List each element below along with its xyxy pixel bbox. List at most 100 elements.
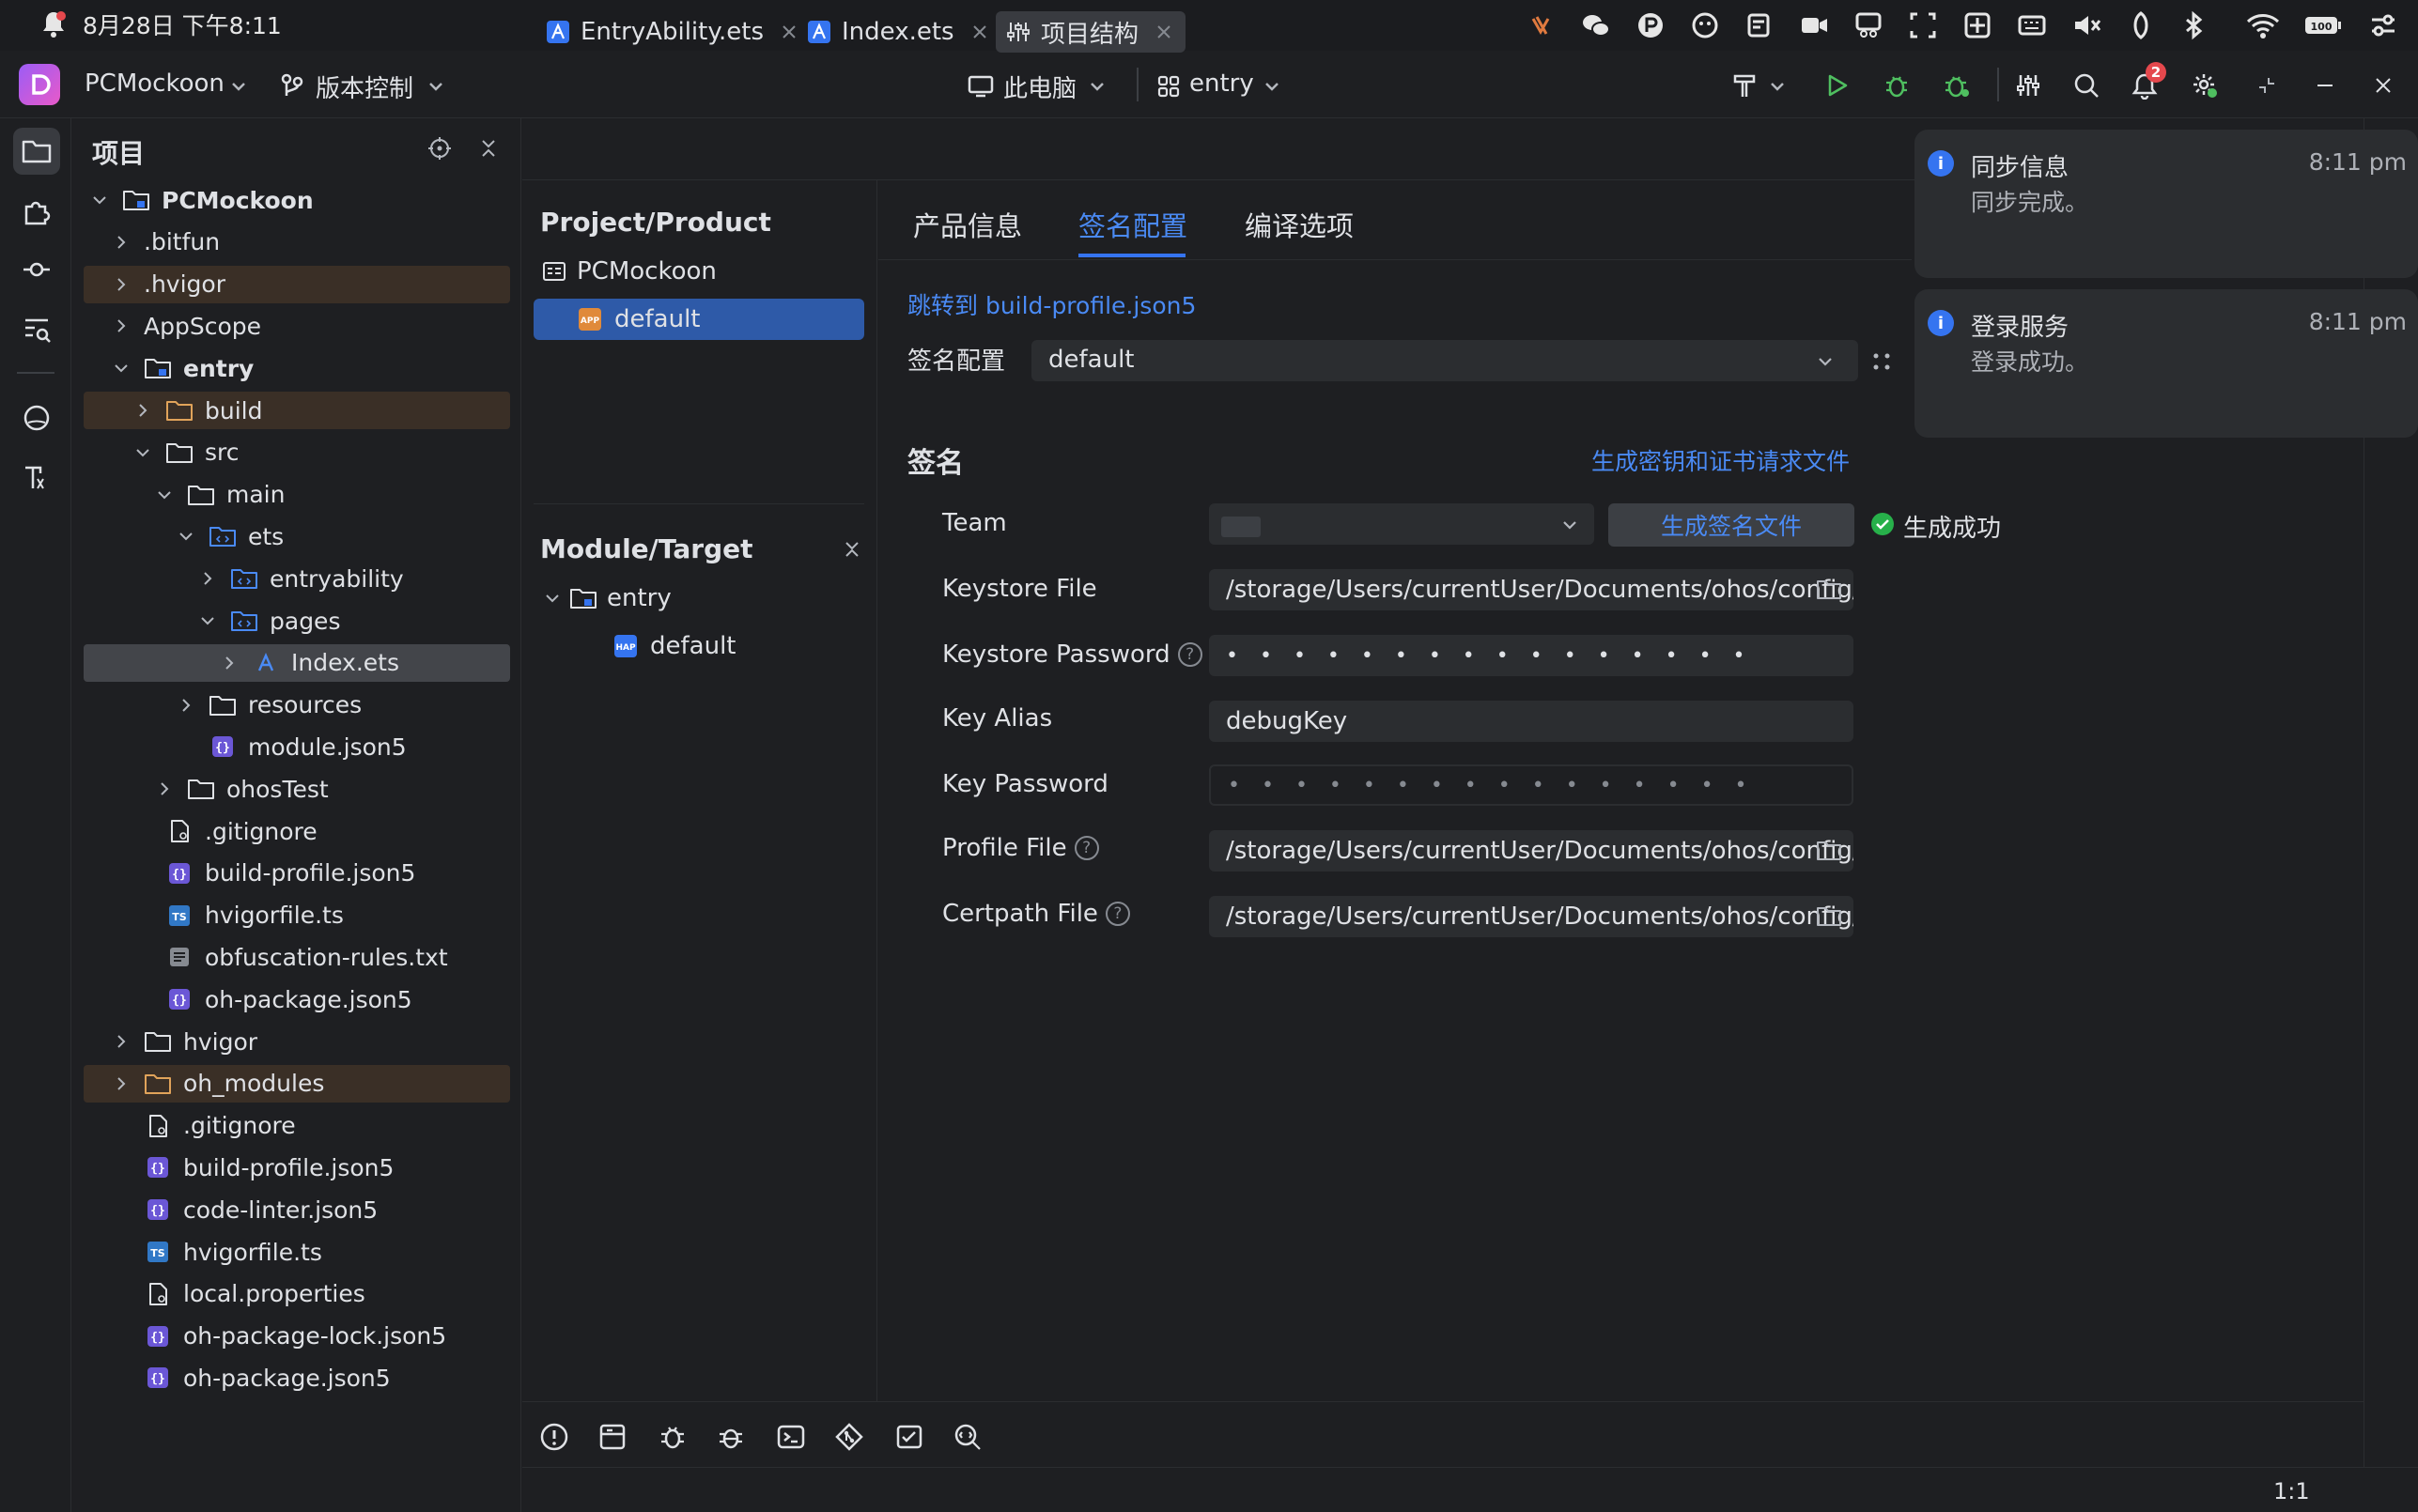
chevron-down-icon[interactable] — [90, 191, 109, 209]
tab-entryability[interactable]: EntryAbility.ets — [535, 11, 811, 53]
browse-folder-icon[interactable] — [1815, 577, 1843, 603]
vcs-branch-icon[interactable] — [278, 71, 306, 100]
wechat-icon[interactable] — [1580, 9, 1612, 41]
code-inspect-icon[interactable] — [951, 1420, 984, 1454]
keystore-password-input[interactable]: • • • • • • • • • • • • • • • • — [1209, 635, 1853, 676]
tree-item[interactable]: ohosTest — [155, 770, 329, 808]
commit-icon[interactable] — [13, 246, 60, 293]
chevron-down-icon[interactable] — [1261, 75, 1283, 98]
tree-item[interactable]: {} oh-package.json5 — [133, 980, 412, 1018]
collapse-icon[interactable] — [2251, 69, 2283, 101]
help-icon[interactable]: ? — [1074, 836, 1099, 860]
chevron-right-icon[interactable] — [155, 779, 174, 798]
tray-camera-icon[interactable] — [1798, 9, 1830, 41]
close-window-icon[interactable] — [2367, 69, 2399, 101]
search-icon[interactable] — [2070, 69, 2102, 101]
tray-mute-icon[interactable] — [2070, 9, 2102, 41]
tree-item[interactable]: Index.ets — [220, 644, 399, 682]
tab-build-options[interactable]: 编译选项 — [1245, 205, 1354, 244]
tree-item[interactable]: oh_modules — [112, 1065, 324, 1103]
chevron-right-icon[interactable] — [220, 654, 239, 672]
debug-bug-icon[interactable] — [656, 1420, 690, 1454]
build-hammer-icon[interactable] — [1728, 69, 1760, 101]
tree-item[interactable]: {} code-linter.json5 — [112, 1191, 378, 1228]
key-password-input[interactable]: • • • • • • • • • • • • • • • • — [1209, 764, 1853, 806]
tab-index[interactable]: Index.ets — [797, 11, 1001, 53]
key-alias-input[interactable]: debugKey — [1209, 701, 1853, 742]
chevron-down-icon[interactable] — [227, 75, 250, 98]
chevron-down-icon[interactable] — [177, 527, 195, 546]
tree-item[interactable]: .gitignore — [112, 1107, 296, 1145]
tray-keyboard-icon[interactable] — [2016, 9, 2048, 41]
tree-item[interactable]: {} build-profile.json5 — [133, 855, 415, 892]
tray-notes-icon[interactable] — [1744, 9, 1775, 41]
tray-ai-icon[interactable] — [1689, 9, 1721, 41]
tree-item[interactable]: TS hvigorfile.ts — [112, 1233, 322, 1271]
chevron-down-icon[interactable] — [425, 75, 447, 98]
signing-config-select[interactable] — [1031, 340, 1858, 381]
chevron-down-icon[interactable] — [155, 486, 174, 504]
plugin-puzzle-icon[interactable] — [13, 188, 60, 235]
close-tab-icon[interactable] — [968, 20, 992, 44]
chevron-right-icon[interactable] — [112, 233, 131, 252]
problems-icon[interactable] — [537, 1420, 571, 1454]
tree-item[interactable]: main — [155, 476, 285, 514]
monitor-icon[interactable] — [966, 73, 996, 100]
tab-signing-config[interactable]: 签名配置 — [1078, 205, 1187, 244]
product-default-item[interactable]: APP default — [577, 300, 700, 339]
control-center-icon[interactable] — [2367, 9, 2399, 41]
browse-folder-icon[interactable] — [1815, 903, 1843, 930]
tree-item[interactable]: resources — [177, 687, 362, 724]
chevron-down-icon[interactable] — [1813, 349, 1837, 374]
tree-item[interactable]: ets — [177, 517, 284, 555]
tray-grid-icon[interactable] — [1961, 9, 1993, 41]
chevron-down-icon[interactable] — [133, 443, 152, 462]
chevron-down-icon[interactable] — [1558, 513, 1582, 537]
more-options-icon[interactable] — [1868, 347, 1896, 376]
notification-login[interactable]: i 登录服务 登录成功。 8:11 pm — [1914, 289, 2418, 438]
generate-signature-button[interactable]: 生成签名文件 — [1608, 503, 1854, 547]
tree-item[interactable]: AppScope — [112, 307, 261, 345]
tree-item[interactable]: PCMockoon — [90, 181, 314, 219]
tree-item[interactable]: {} module.json5 — [177, 728, 407, 765]
attach-debugger-icon[interactable] — [1941, 69, 1973, 101]
close-tab-icon[interactable] — [1152, 20, 1176, 44]
module-entry-item[interactable]: entry — [543, 579, 672, 618]
module-selector[interactable]: entry — [1189, 69, 1254, 98]
collapse-all-icon[interactable] — [840, 537, 864, 562]
tree-item[interactable]: entryability — [198, 560, 404, 597]
chevron-right-icon[interactable] — [112, 275, 131, 294]
tree-item[interactable]: obfuscation-rules.txt — [133, 938, 448, 976]
tree-item[interactable]: TS hvigorfile.ts — [133, 897, 344, 934]
todo-icon[interactable] — [892, 1420, 926, 1454]
help-icon[interactable]: ? — [1105, 902, 1130, 926]
keystore-file-input[interactable]: /storage/Users/currentUser/Documents/oho… — [1209, 569, 1853, 610]
tray-screenshot-icon[interactable] — [1907, 9, 1939, 41]
tree-item[interactable]: pages — [198, 602, 340, 640]
tree-item[interactable]: local.properties — [112, 1275, 365, 1313]
chevron-down-icon[interactable] — [198, 611, 217, 630]
notification-sync[interactable]: i 同步信息 同步完成。 8:11 pm — [1914, 130, 2418, 278]
team-select[interactable] — [1209, 503, 1594, 545]
tree-item[interactable]: {} oh-package.json5 — [112, 1359, 391, 1396]
run-icon[interactable] — [1821, 69, 1852, 101]
chevron-down-icon[interactable] — [112, 359, 131, 378]
module-default-item[interactable]: HAP default — [612, 626, 736, 666]
chevron-right-icon[interactable] — [112, 1032, 131, 1051]
cursor-position[interactable]: 1:1 — [2273, 1478, 2310, 1504]
code-linter-icon[interactable] — [13, 455, 60, 501]
minimize-icon[interactable] — [2309, 69, 2341, 101]
product-root-item[interactable]: PCMockoon — [541, 252, 717, 291]
wifi-icon[interactable] — [2245, 9, 2280, 41]
device-selector[interactable]: 此电脑 — [1003, 69, 1077, 104]
storage-icon[interactable] — [596, 1420, 629, 1454]
terminal-icon[interactable] — [774, 1420, 808, 1454]
tab-project-structure[interactable]: 项目结构 — [996, 11, 1186, 53]
chevron-down-icon[interactable] — [1766, 75, 1789, 98]
profiler-bug-icon[interactable] — [714, 1420, 748, 1454]
bluetooth-icon[interactable] — [2178, 9, 2209, 41]
browse-folder-icon[interactable] — [1815, 838, 1843, 864]
vcs-dropdown[interactable]: 版本控制 — [316, 69, 413, 104]
tray-scissors-icon[interactable] — [1852, 9, 1884, 41]
tree-item[interactable]: .bitfun — [112, 224, 220, 261]
